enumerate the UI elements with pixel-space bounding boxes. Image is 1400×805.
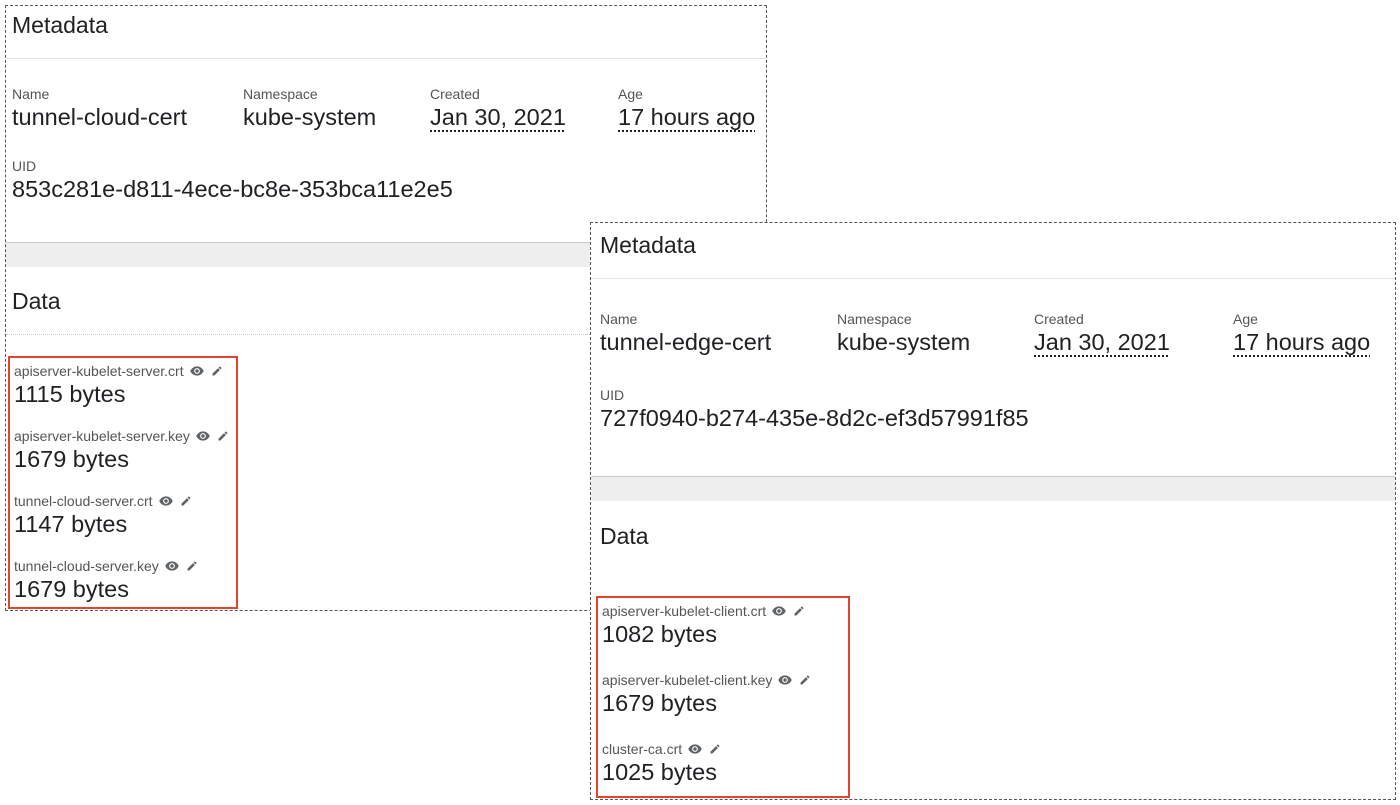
eye-icon[interactable] [158,495,173,507]
metadata-title: Metadata [600,232,696,258]
eye-icon[interactable] [196,430,210,442]
uid-value: 727f0940-b274-435e-8d2c-ef3d57991f85 [600,405,1029,431]
uid-field: UID 853c281e-d811-4ece-bc8e-353bca11e2e5 [12,158,453,204]
pencil-icon[interactable] [216,430,230,442]
eye-icon[interactable] [688,743,702,755]
name-label: Name [600,311,638,327]
pencil-icon[interactable] [708,743,722,755]
age-field: Age 17 hours ago [618,86,755,132]
data-size: 1679 bytes [14,446,129,472]
divider [591,278,1395,279]
data-entry: apiserver-kubelet-client.crt 1082 bytes [602,603,806,649]
divider [6,58,766,59]
data-entry: apiserver-kubelet-client.key 1679 bytes [602,672,812,718]
eye-icon[interactable] [165,560,179,572]
data-size: 1115 bytes [14,381,126,407]
data-title: Data [600,523,649,549]
age-field: Age 17 hours ago [1233,311,1370,357]
data-entry: tunnel-cloud-server.key 1679 bytes [14,558,199,604]
age-label: Age [618,86,643,102]
data-key: tunnel-cloud-server.crt [14,493,153,509]
data-key: apiserver-kubelet-client.crt [602,603,767,619]
eye-icon[interactable] [189,365,204,377]
created-label: Created [1034,311,1084,327]
name-value: tunnel-cloud-cert [12,104,188,130]
metadata-title: Metadata [12,12,108,38]
data-key: apiserver-kubelet-server.key [14,428,190,444]
data-size: 1025 bytes [602,759,717,785]
uid-value: 853c281e-d811-4ece-bc8e-353bca11e2e5 [12,176,453,202]
data-entry: apiserver-kubelet-server.crt 1115 bytes [14,363,224,409]
namespace-value: kube-system [837,329,971,355]
namespace-field: Namespace kube-system [837,311,970,357]
data-entries-highlight: apiserver-kubelet-client.crt 1082 bytes … [596,596,850,798]
pencil-icon[interactable] [179,495,193,507]
namespace-label: Namespace [243,86,318,102]
uid-label: UID [12,158,37,174]
data-size: 1147 bytes [14,511,128,537]
data-key: apiserver-kubelet-server.crt [14,363,184,379]
eye-icon[interactable] [772,605,786,617]
age-value[interactable]: 17 hours ago [1233,327,1370,357]
pencil-icon[interactable] [792,605,806,617]
created-field: Created Jan 30, 2021 [430,86,566,132]
pencil-icon[interactable] [185,560,199,572]
secret-panel-tunnel-edge-cert: Metadata Name tunnel-edge-cert Namespace… [590,222,1396,800]
data-size: 1679 bytes [602,690,717,716]
data-size: 1082 bytes [602,621,717,647]
created-value[interactable]: Jan 30, 2021 [1034,327,1170,357]
created-field: Created Jan 30, 2021 [1034,311,1170,357]
data-key: apiserver-kubelet-client.key [602,672,773,688]
age-value[interactable]: 17 hours ago [618,102,755,132]
age-label: Age [1233,311,1258,327]
pencil-icon[interactable] [210,365,224,377]
created-label: Created [430,86,480,102]
data-entries-highlight: apiserver-kubelet-server.crt 1115 bytes … [8,356,238,609]
created-value[interactable]: Jan 30, 2021 [430,102,566,132]
data-entry: apiserver-kubelet-server.key 1679 bytes [14,428,230,474]
data-size: 1679 bytes [14,576,129,602]
name-field: Name tunnel-cloud-cert [12,86,187,132]
data-key: cluster-ca.crt [602,741,683,757]
data-key: tunnel-cloud-server.key [14,558,159,574]
name-label: Name [12,86,50,102]
data-title: Data [12,288,61,314]
uid-field: UID 727f0940-b274-435e-8d2c-ef3d57991f85 [600,387,1029,433]
section-separator [591,476,1395,501]
data-entry: cluster-ca.crt 1025 bytes [602,741,722,787]
name-field: Name tunnel-edge-cert [600,311,771,357]
namespace-value: kube-system [243,104,377,130]
namespace-label: Namespace [837,311,912,327]
eye-icon[interactable] [778,674,793,686]
namespace-field: Namespace kube-system [243,86,376,132]
pencil-icon[interactable] [798,674,812,686]
uid-label: UID [600,387,625,403]
data-entry: tunnel-cloud-server.crt 1147 bytes [14,493,193,539]
name-value: tunnel-edge-cert [600,329,772,355]
